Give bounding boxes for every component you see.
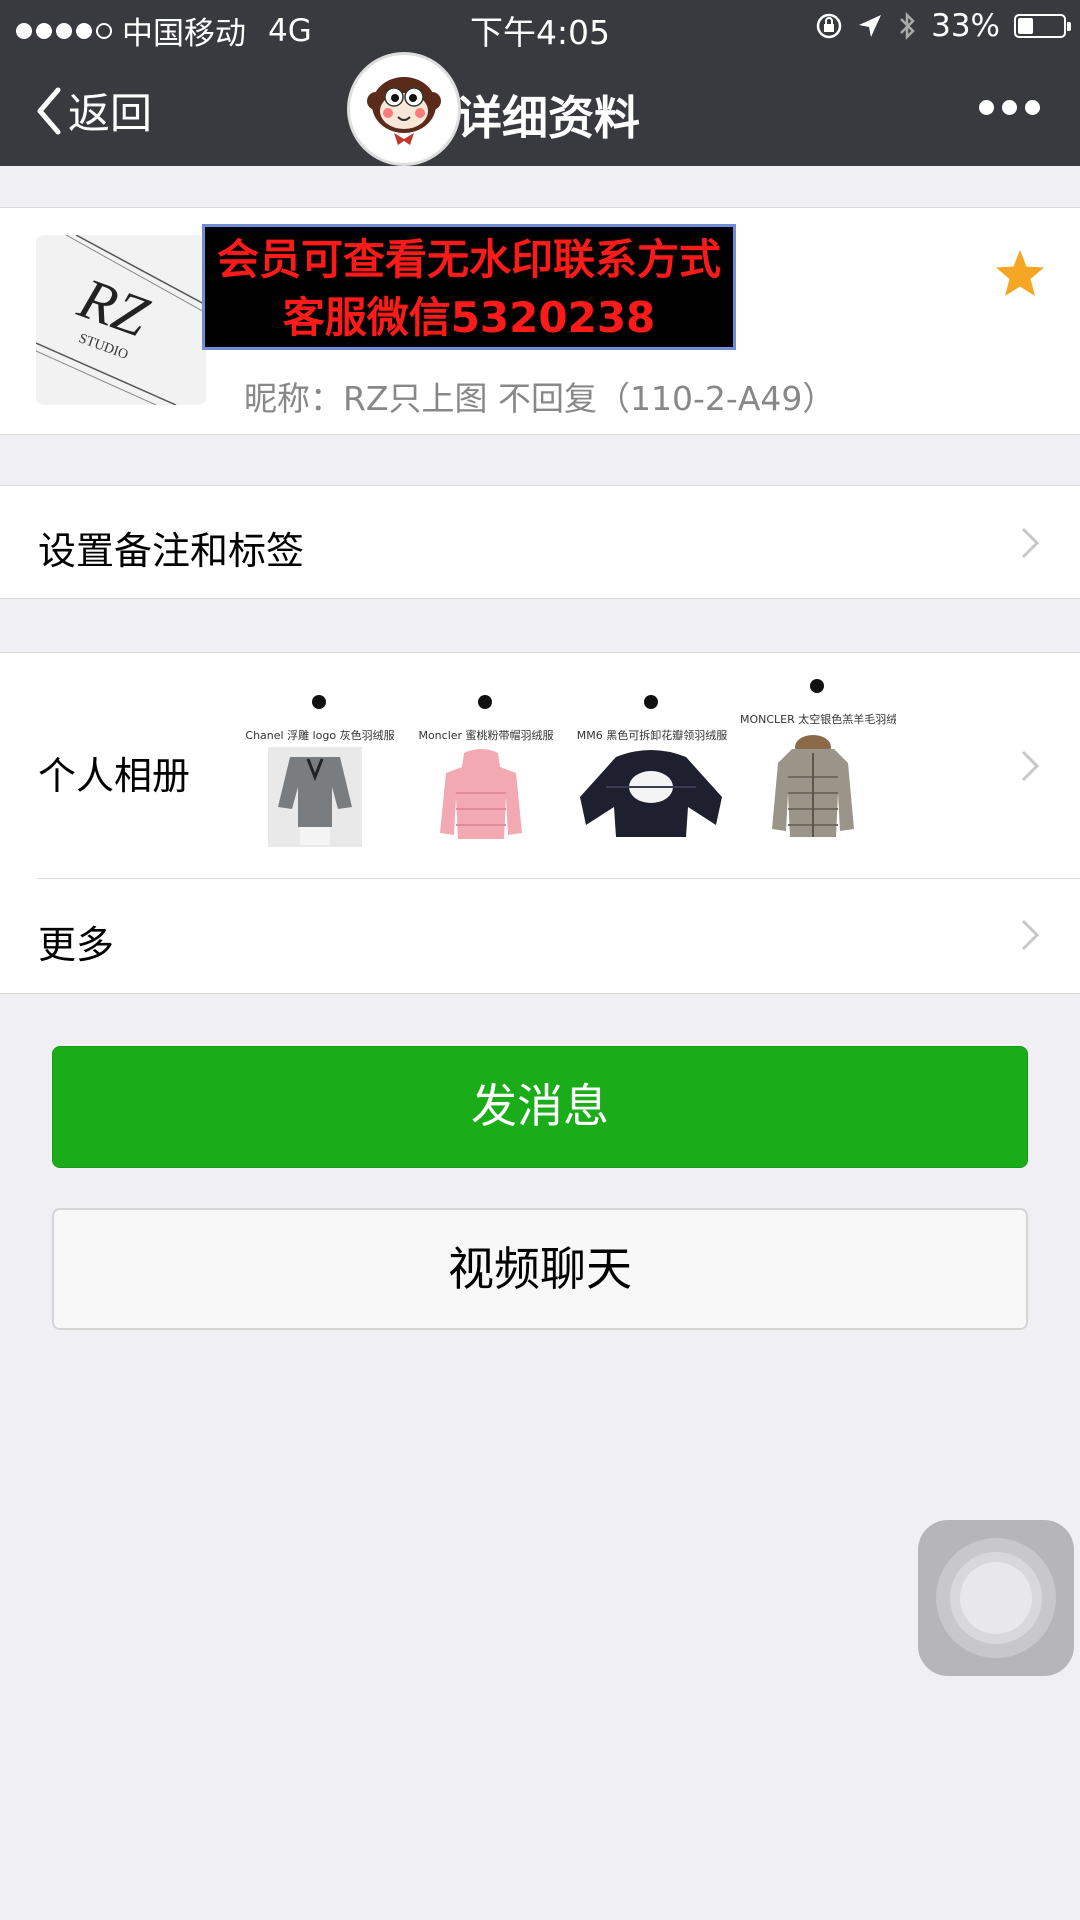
pink-puffer-image: [440, 749, 522, 839]
watermark-line-1: 会员可查看无水印联系方式: [216, 235, 721, 284]
nickname-label: 昵称：RZ只上图 不回复（110-2-A49）: [244, 379, 836, 418]
silver-puffer-image: [772, 735, 854, 837]
album-thumb[interactable]: MM6 黑色可拆卸花瓣领羽绒服: [574, 689, 730, 849]
album-more-group: 个人相册 Chanel 浮雕 logo 灰色羽绒服 Moncler 蜜桃粉带帽羽…: [0, 652, 1080, 994]
page-title: 详细资料: [456, 91, 640, 145]
battery-percent: 33%: [931, 8, 1000, 44]
rz-studio-logo: RZ STUDIO: [36, 235, 206, 405]
navigation-bar: 返回 详细资料: [0, 56, 1080, 166]
avatar[interactable]: RZ STUDIO: [36, 235, 206, 405]
album-thumb[interactable]: Moncler 蜜桃粉带帽羽绒服: [408, 689, 564, 849]
watermark-banner: 会员可查看无水印联系方式 客服微信5320238: [202, 224, 736, 350]
remarks-group: 设置备注和标签: [0, 485, 1080, 599]
chevron-right-icon: [1021, 919, 1040, 951]
mascot-sticker: [347, 52, 461, 166]
remarks-label: 设置备注和标签: [38, 529, 305, 573]
chevron-right-icon: [1021, 750, 1040, 782]
chevron-right-icon: [1021, 527, 1040, 559]
watermark-line-2: 客服微信5320238: [282, 293, 656, 342]
monkey-mascot-icon: [367, 77, 441, 145]
chevron-left-icon: [37, 87, 61, 134]
more-label: 更多: [38, 923, 115, 967]
black-puffer-image: [580, 750, 722, 837]
album-caption: Chanel 浮雕 logo 灰色羽绒服: [245, 729, 395, 742]
album-thumbnails: Chanel 浮雕 logo 灰色羽绒服 Moncler 蜜桃粉带帽羽绒服 MM…: [242, 679, 896, 849]
status-right: 33%: [815, 8, 1071, 44]
album-row[interactable]: 个人相册 Chanel 浮雕 logo 灰色羽绒服 Moncler 蜜桃粉带帽羽…: [0, 653, 1080, 878]
remarks-row[interactable]: 设置备注和标签: [0, 486, 1080, 598]
bluetooth-icon: [900, 11, 915, 41]
album-thumb[interactable]: Chanel 浮雕 logo 灰色羽绒服: [242, 689, 398, 849]
more-row[interactable]: 更多: [0, 878, 1080, 992]
album-caption: Moncler 蜜桃粉带帽羽绒服: [418, 729, 554, 742]
status-bar: 中国移动 4G 下午4:05 33%: [0, 0, 1080, 56]
pin-dot: [810, 679, 824, 693]
star-icon-graphic: [996, 250, 1044, 296]
battery-icon: [1014, 14, 1071, 38]
album-caption: MM6 黑色可拆卸花瓣领羽绒服: [576, 729, 728, 742]
grey-jacket-image: [268, 747, 362, 847]
location-icon: [859, 15, 882, 37]
video-call-button[interactable]: 视频聊天: [52, 1208, 1028, 1330]
send-message-button[interactable]: 发消息: [52, 1046, 1028, 1168]
album-caption: MONCLER 太空银色羔羊毛羽绒服: [740, 713, 896, 726]
star-icon[interactable]: [994, 248, 1046, 302]
pin-dot: [312, 695, 326, 709]
top-bar: 中国移动 4G 下午4:05 33% 返回 详细资料: [0, 0, 1080, 166]
assistive-touch-button[interactable]: [918, 1520, 1074, 1676]
rotation-lock-icon: [816, 13, 842, 39]
pin-dot: [644, 695, 658, 709]
more-options-button[interactable]: [979, 100, 1040, 115]
album-thumb[interactable]: MONCLER 太空银色羔羊毛羽绒服: [740, 679, 896, 849]
album-label: 个人相册: [38, 754, 191, 798]
back-button[interactable]: 返回: [34, 80, 152, 141]
pin-dot: [478, 695, 492, 709]
profile-card: RZ STUDIO 会员可查看无水印联系方式 客服微信5320238 昵称：RZ…: [0, 207, 1080, 435]
back-label: 返回: [68, 89, 153, 138]
